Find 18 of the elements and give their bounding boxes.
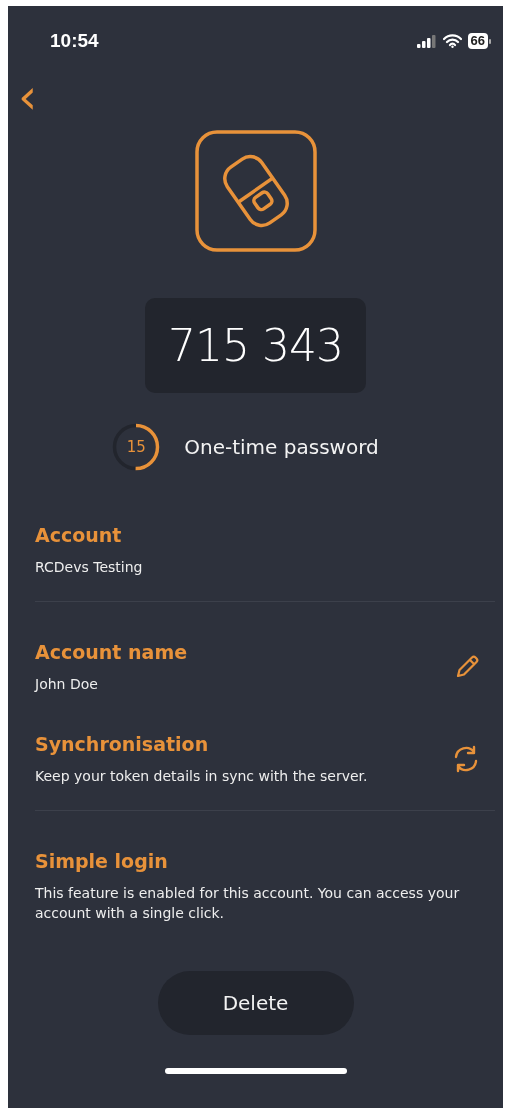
section-text: Keep your token details in sync with the server. <box>35 767 368 786</box>
delete-button[interactable]: Delete <box>157 971 354 1035</box>
section-heading: Simple login <box>35 849 169 873</box>
section-heading: Synchronisation <box>35 732 210 756</box>
token-logo-icon <box>194 130 317 252</box>
back-button[interactable]: ‹ <box>8 76 38 116</box>
wifi-icon <box>442 34 462 48</box>
section-text: RCDevs Testing <box>35 558 143 577</box>
one-time-code: 715 343 <box>145 298 366 393</box>
section-heading: Account name <box>35 640 188 664</box>
section-text: This feature is enabled for this account. You can access your account with a single click. <box>35 884 460 923</box>
countdown-timer: 15 <box>112 423 161 471</box>
signal-icon <box>416 34 437 48</box>
battery-icon: 66 <box>467 33 491 49</box>
section-text: John Doe <box>35 675 99 694</box>
clock-time: 10:54 <box>50 30 99 52</box>
code-label: One-time password <box>184 435 379 459</box>
section-heading: Account <box>35 523 123 547</box>
